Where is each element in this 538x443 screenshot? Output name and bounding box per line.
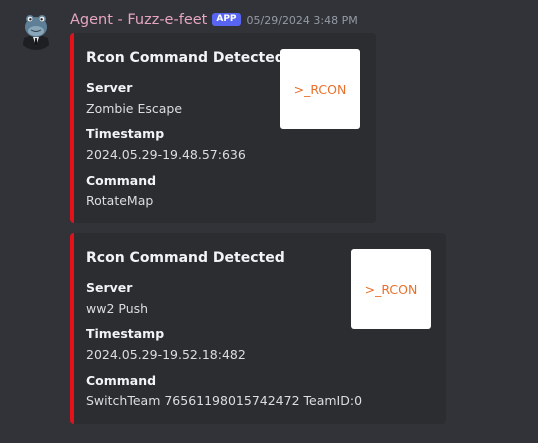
field-name-command: Command [86,173,157,188]
message-header: Agent - Fuzz-e-feet APP 05/29/2024 3:48 … [70,10,358,30]
embed-thumbnail[interactable]: >_RCON [351,249,431,329]
embed-thumbnail[interactable]: >_RCON [280,49,360,129]
thumbnail-text: >_RCON [364,281,418,297]
message-timestamp[interactable]: 05/29/2024 3:48 PM [247,14,358,27]
field-name-server: Server [86,280,133,295]
field-value-command: RotateMap [86,193,154,208]
field-value-server: ww2 Push [86,301,149,316]
field-value-server: Zombie Escape [86,101,183,116]
thumbnail-text: >_RCON [293,81,347,97]
frog-in-suit-avatar-icon [16,10,56,50]
embed-card: Rcon Command Detected Server ww2 Push Ti… [70,233,446,424]
field-name-command: Command [86,373,157,388]
embed-title: Rcon Command Detected [86,50,285,66]
field-name-timestamp: Timestamp [86,326,165,341]
field-value-command: SwitchTeam 76561198015742472 TeamID:0 [86,393,363,408]
avatar[interactable] [16,10,56,50]
field-value-timestamp: 2024.05.29-19.48.57:636 [86,147,246,162]
app-badge: APP [212,12,241,26]
field-name-timestamp: Timestamp [86,126,165,141]
embed-title: Rcon Command Detected [86,250,285,266]
username[interactable]: Agent - Fuzz-e-feet [70,12,207,28]
embed-card: Rcon Command Detected Server Zombie Esca… [70,33,376,223]
field-name-server: Server [86,80,133,95]
field-value-timestamp: 2024.05.29-19.52.18:482 [86,347,246,362]
